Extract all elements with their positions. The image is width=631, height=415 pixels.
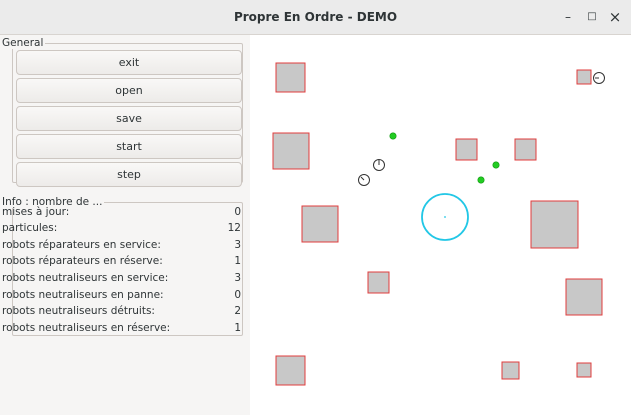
particle bbox=[565, 278, 603, 316]
info-label: mises à jour: bbox=[2, 206, 70, 218]
info-row-neutralizer-in-reserve: robots neutraliseurs en réserve: 1 bbox=[2, 320, 242, 337]
particle bbox=[272, 132, 310, 170]
spatial-robot bbox=[444, 216, 446, 218]
particle bbox=[501, 361, 520, 380]
info-label: robots neutraliseurs en panne: bbox=[2, 289, 164, 301]
particle bbox=[455, 138, 478, 161]
window-title: Propre En Ordre - DEMO bbox=[233, 10, 398, 24]
info-row-repair-in-reserve: robots réparateurs en réserve: 1 bbox=[2, 253, 242, 270]
info-value: 1 bbox=[234, 322, 241, 334]
particle bbox=[514, 138, 537, 161]
info-value: 0 bbox=[234, 206, 241, 218]
exit-button[interactable]: exit bbox=[16, 50, 242, 75]
info-row-repair-in-service: robots réparateurs en service: 3 bbox=[2, 237, 242, 254]
particle bbox=[301, 205, 339, 243]
info-row-neutralizer-destroyed: robots neutraliseurs détruits: 2 bbox=[2, 303, 242, 320]
general-frame-label: General bbox=[2, 37, 46, 49]
info-value: 1 bbox=[234, 255, 241, 267]
info-row-updates: mises à jour: 0 bbox=[2, 204, 242, 221]
info-value: 2 bbox=[234, 305, 241, 317]
minimize-button[interactable]: – bbox=[560, 9, 576, 25]
simulation-svg bbox=[272, 62, 605, 386]
particle bbox=[530, 200, 579, 249]
particle bbox=[576, 362, 592, 378]
info-label: robots réparateurs en service: bbox=[2, 239, 161, 251]
info-label: particules: bbox=[2, 222, 58, 234]
particle bbox=[367, 271, 390, 294]
close-button[interactable]: × bbox=[607, 9, 623, 25]
info-value: 0 bbox=[234, 289, 241, 301]
simulation-canvas[interactable] bbox=[250, 35, 631, 415]
info-value: 3 bbox=[234, 272, 241, 284]
info-label: robots neutraliseurs en service: bbox=[2, 272, 169, 284]
title-bar: Propre En Ordre - DEMO – □ × bbox=[0, 0, 631, 35]
start-button[interactable]: start bbox=[16, 134, 242, 159]
info-label: robots réparateurs en réserve: bbox=[2, 255, 163, 267]
open-button[interactable]: open bbox=[16, 78, 242, 103]
step-button[interactable]: step bbox=[16, 162, 242, 187]
control-panel: General exit open save start step Info :… bbox=[0, 35, 250, 415]
info-row-particles: particules: 12 bbox=[2, 220, 242, 237]
repair-robot bbox=[492, 161, 500, 169]
particle bbox=[275, 62, 306, 93]
info-label: robots neutraliseurs en réserve: bbox=[2, 322, 171, 334]
particle bbox=[275, 355, 306, 386]
particle bbox=[576, 69, 592, 85]
info-label: robots neutraliseurs détruits: bbox=[2, 305, 155, 317]
info-row-neutralizer-broken: robots neutraliseurs en panne: 0 bbox=[2, 287, 242, 304]
maximize-button[interactable]: □ bbox=[584, 9, 600, 25]
info-value: 3 bbox=[234, 239, 241, 251]
info-value: 12 bbox=[227, 222, 241, 234]
save-button[interactable]: save bbox=[16, 106, 242, 131]
repair-robot bbox=[389, 132, 397, 140]
repair-robot bbox=[477, 176, 485, 184]
neutralizer-direction bbox=[360, 176, 365, 181]
info-row-neutralizer-in-service: robots neutraliseurs en service: 3 bbox=[2, 270, 242, 287]
